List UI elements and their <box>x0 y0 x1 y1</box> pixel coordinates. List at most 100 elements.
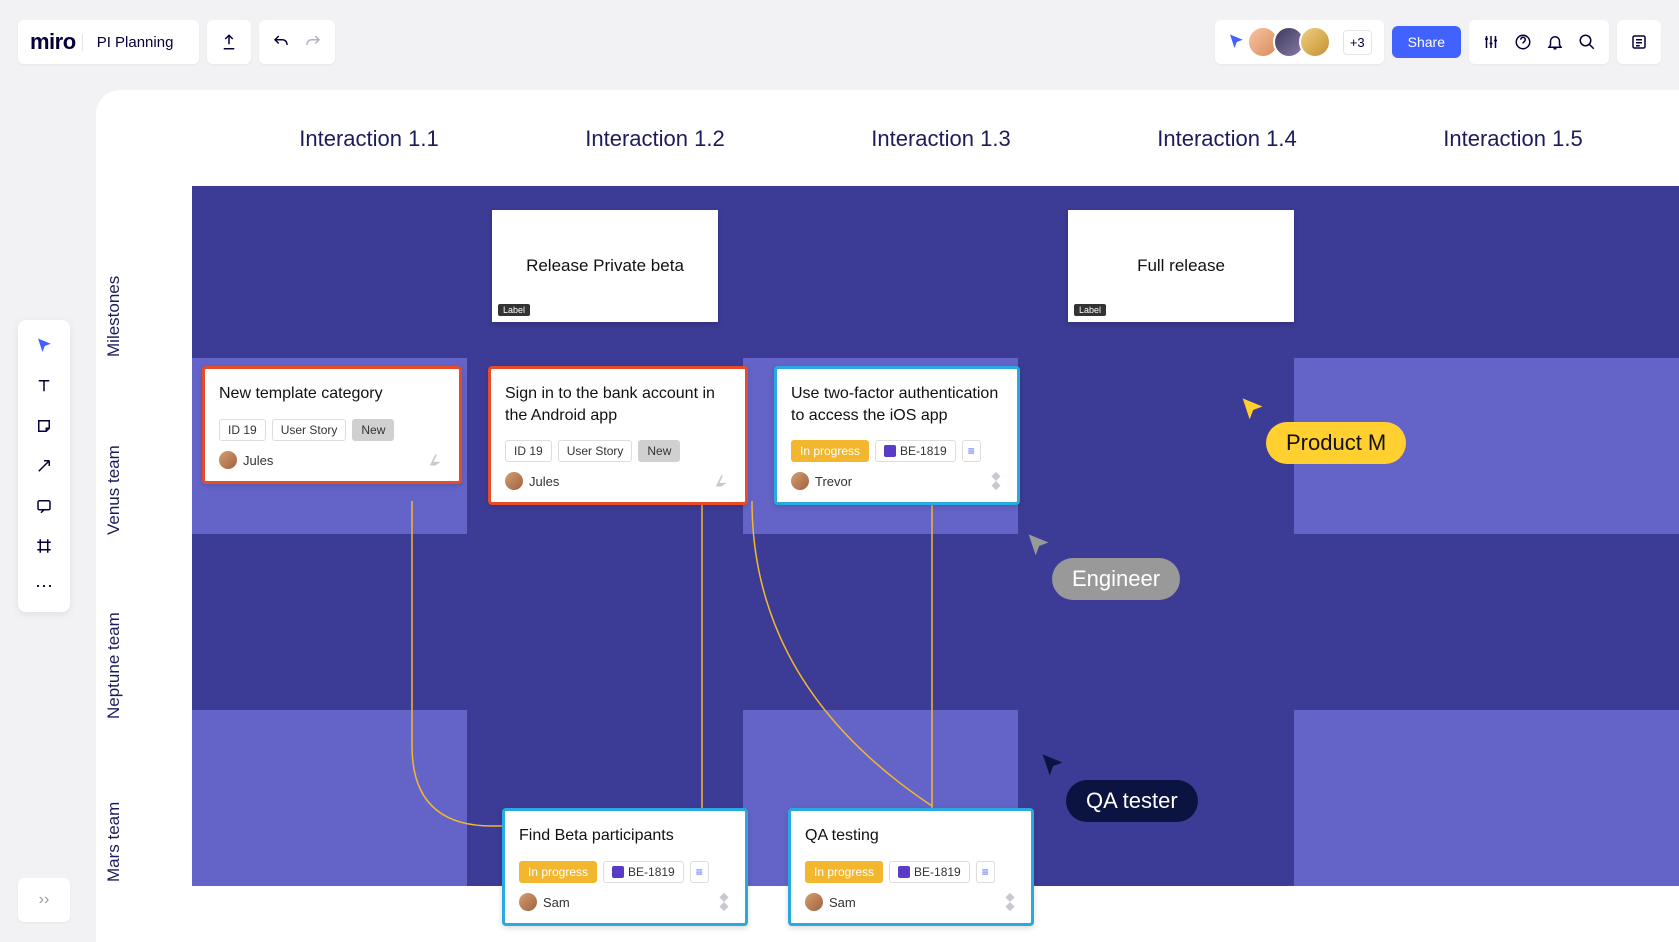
left-toolbar: ⋯ <box>18 320 70 612</box>
avatar-icon <box>519 893 537 911</box>
row-labels: Milestones Venus team Neptune team Mars … <box>104 230 124 930</box>
avatar-stack[interactable] <box>1253 26 1331 58</box>
tag[interactable]: ID 19 <box>219 419 266 441</box>
redo-button[interactable] <box>297 26 329 58</box>
row-label-neptune: Neptune team <box>104 578 124 754</box>
milestone-card[interactable]: Release Private beta Label <box>492 210 718 322</box>
jira-icon <box>713 891 735 913</box>
share-button[interactable]: Share <box>1392 26 1461 58</box>
tag[interactable]: User Story <box>558 440 633 462</box>
tag-issue[interactable]: BE-1819 <box>875 440 956 462</box>
tag-row: ID 19 User Story New <box>505 440 731 462</box>
column-header: Interaction 1.2 <box>512 126 798 152</box>
notifications-button[interactable] <box>1539 26 1571 58</box>
select-tool[interactable] <box>26 328 62 364</box>
tag-status[interactable]: In progress <box>791 440 869 462</box>
story-title: QA testing <box>805 825 1017 847</box>
milestone-label-tag: Label <box>1074 304 1106 316</box>
panel-button[interactable] <box>1617 20 1661 64</box>
cursor-label-qa-tester: QA tester <box>1066 780 1198 822</box>
story-card[interactable]: Use two-factor authentication to access … <box>774 366 1020 505</box>
grid-row-milestones <box>192 186 1679 358</box>
column-header: Interaction 1.3 <box>798 126 1084 152</box>
story-card[interactable]: Sign in to the bank account in the Andro… <box>488 366 748 505</box>
cursor-icon <box>1238 396 1266 424</box>
assignee: Jules <box>219 451 445 469</box>
tag-status[interactable]: In progress <box>805 861 883 883</box>
tag-status[interactable]: In progress <box>519 861 597 883</box>
comment-tool[interactable] <box>26 488 62 524</box>
tag-row: ID 19 User Story New <box>219 419 445 441</box>
tag-row: In progress BE-1819 ≡ <box>805 861 1017 883</box>
more-collaborators[interactable]: +3 <box>1343 30 1372 55</box>
assignee: Sam <box>805 893 1017 911</box>
export-button[interactable] <box>207 20 251 64</box>
story-card[interactable]: New template category ID 19 User Story N… <box>202 366 462 484</box>
assignee: Jules <box>505 472 731 490</box>
cursor-icon <box>1024 532 1052 560</box>
tag[interactable]: User Story <box>272 419 347 441</box>
column-headers: Interaction 1.1 Interaction 1.2 Interact… <box>226 126 1656 152</box>
story-title: Use two-factor authentication to access … <box>791 383 1003 426</box>
cursor-label-engineer: Engineer <box>1052 558 1180 600</box>
milestone-title: Full release <box>1137 256 1225 276</box>
upload-icon <box>220 33 238 51</box>
jira-icon <box>985 470 1007 492</box>
arrow-tool[interactable] <box>26 448 62 484</box>
frame-tool[interactable] <box>26 528 62 564</box>
story-card[interactable]: Find Beta participants In progress BE-18… <box>502 808 748 926</box>
avatar-icon <box>505 472 523 490</box>
sticky-tool[interactable] <box>26 408 62 444</box>
avatar-icon <box>805 893 823 911</box>
row-label-mars: Mars team <box>104 754 124 930</box>
tag[interactable]: ID 19 <box>505 440 552 462</box>
topbar-left: miro PI Planning <box>18 20 335 64</box>
help-button[interactable] <box>1507 26 1539 58</box>
column-header: Interaction 1.1 <box>226 126 512 152</box>
search-button[interactable] <box>1571 26 1603 58</box>
settings-button[interactable] <box>1475 26 1507 58</box>
assignee: Sam <box>519 893 731 911</box>
tag-status[interactable]: New <box>638 440 680 462</box>
avatar-icon <box>791 472 809 490</box>
board-info-pill[interactable]: miro PI Planning <box>18 20 199 64</box>
milestone-title: Release Private beta <box>526 256 684 276</box>
collaborators-pill: +3 <box>1215 20 1384 64</box>
story-title: Find Beta participants <box>519 825 731 847</box>
cursor-label-product-manager: Product M <box>1266 422 1406 464</box>
board-canvas[interactable]: Interaction 1.1 Interaction 1.2 Interact… <box>96 90 1679 942</box>
miro-logo: miro <box>30 29 76 55</box>
tag-issue[interactable]: BE-1819 <box>889 861 970 883</box>
board-name[interactable]: PI Planning <box>82 34 188 51</box>
cursor-icon <box>1038 752 1066 780</box>
row-label-milestones: Milestones <box>104 230 124 402</box>
milestone-label-tag: Label <box>498 304 530 316</box>
tag-priority[interactable]: ≡ <box>976 861 995 883</box>
story-title: New template category <box>219 383 445 405</box>
top-bar: miro PI Planning +3 Share <box>18 20 1661 64</box>
row-label-venus: Venus team <box>104 402 124 578</box>
assignee: Trevor <box>791 472 1003 490</box>
milestone-card[interactable]: Full release Label <box>1068 210 1294 322</box>
collapse-toolbar-button[interactable]: ›› <box>18 878 70 922</box>
tag-row: In progress BE-1819 ≡ <box>519 861 731 883</box>
tag-priority[interactable]: ≡ <box>690 861 709 883</box>
cursor-icon <box>1227 33 1245 51</box>
column-header: Interaction 1.4 <box>1084 126 1370 152</box>
tag-status[interactable]: New <box>352 419 394 441</box>
tag-issue[interactable]: BE-1819 <box>603 861 684 883</box>
tag-row: In progress BE-1819 ≡ <box>791 440 1003 462</box>
planning-grid: Release Private beta Label Full release … <box>192 186 1679 942</box>
story-card[interactable]: QA testing In progress BE-1819 ≡ Sam <box>788 808 1034 926</box>
text-tool[interactable] <box>26 368 62 404</box>
tag-priority[interactable]: ≡ <box>962 440 981 462</box>
undo-button[interactable] <box>265 26 297 58</box>
undo-redo-group <box>259 20 335 64</box>
column-header: Interaction 1.5 <box>1370 126 1656 152</box>
more-tools[interactable]: ⋯ <box>26 568 62 604</box>
avatar[interactable] <box>1299 26 1331 58</box>
top-tools-group <box>1469 20 1609 64</box>
topbar-right: +3 Share <box>1215 20 1661 64</box>
grid-row-neptune <box>192 534 1679 710</box>
azure-icon <box>713 470 735 492</box>
